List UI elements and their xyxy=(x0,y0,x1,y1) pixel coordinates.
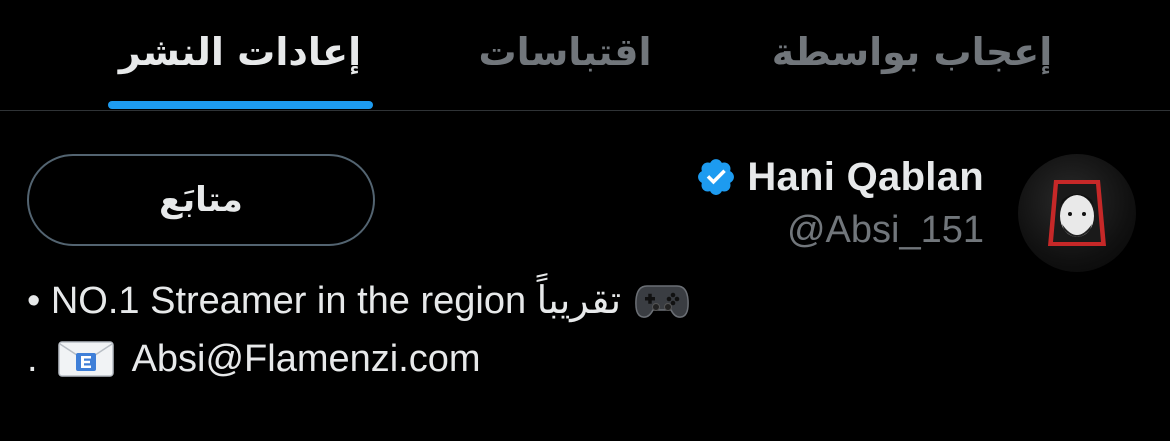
bio-email[interactable]: Absi@Flamenzi.com xyxy=(132,330,481,388)
display-name: Hani Qablan xyxy=(747,154,984,199)
user-handle: @Absi_151 xyxy=(786,209,984,251)
tab-quotes[interactable]: اقتباسات xyxy=(460,22,670,82)
bio-line-2: . Absi@Flamenzi.com xyxy=(27,330,1137,388)
envelope-icon xyxy=(57,341,114,377)
name-row[interactable]: Hani Qablan xyxy=(695,152,984,202)
verified-badge-icon xyxy=(698,159,735,195)
video-game-controller-icon xyxy=(635,285,689,318)
following-button[interactable]: متابَع xyxy=(27,154,375,246)
active-tab-indicator xyxy=(108,101,373,109)
divider xyxy=(0,110,1170,111)
bio-line-1: • NO.1 Streamer in the region تقريباً xyxy=(27,272,1137,330)
user-bio: • NO.1 Streamer in the region تقريباً . … xyxy=(27,272,1137,388)
tab-liked-by[interactable]: إعجاب بواسطة xyxy=(762,22,1062,82)
tab-bar: إعجاب بواسطة اقتباسات إعادات النشر xyxy=(0,0,1170,110)
tab-reposts[interactable]: إعادات النشر xyxy=(100,22,380,82)
bio-line-1-text: • NO.1 Streamer in the region تقريباً xyxy=(27,280,622,322)
bio-line-2-prefix: . xyxy=(27,338,38,380)
avatar[interactable] xyxy=(1018,154,1136,272)
